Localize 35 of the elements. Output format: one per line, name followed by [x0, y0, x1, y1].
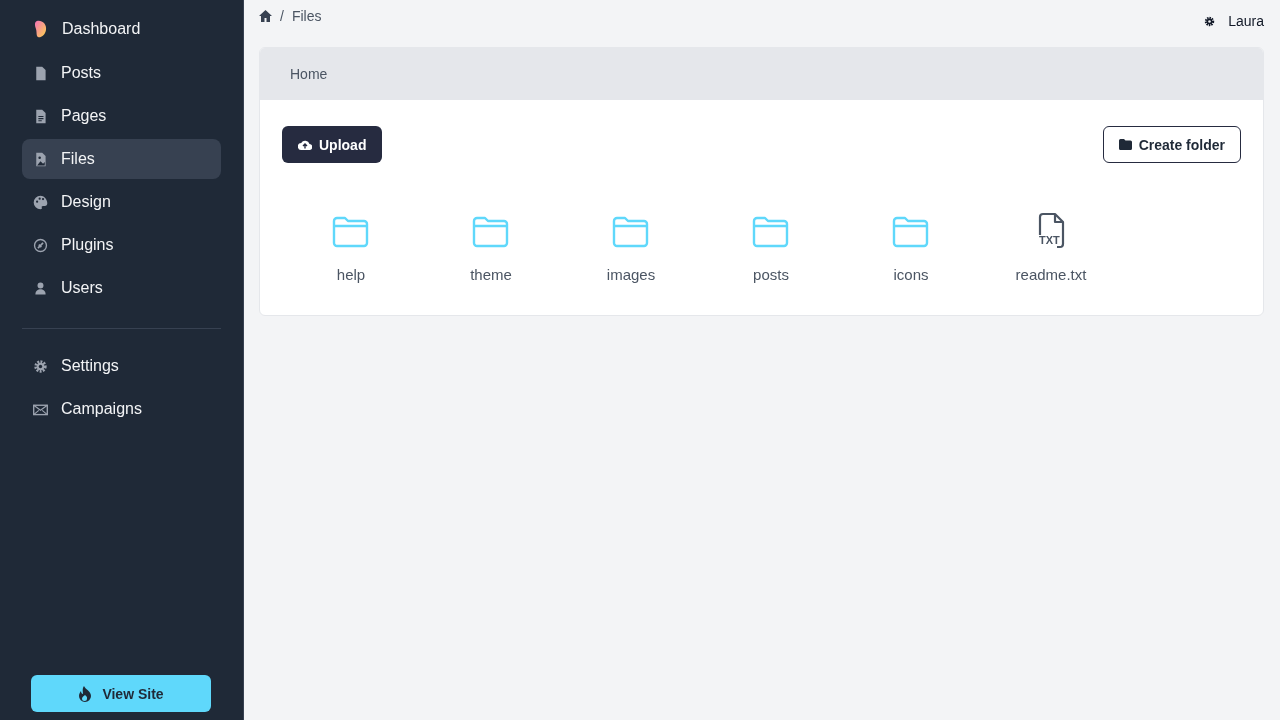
current-path[interactable]: Home [290, 66, 328, 82]
flame-icon [78, 685, 93, 702]
settings-icon [1203, 14, 1217, 28]
upload-button[interactable]: Upload [282, 126, 383, 163]
file-name[interactable]: posts [753, 266, 789, 283]
logo-icon [34, 20, 48, 38]
palette-icon [32, 193, 49, 211]
folder-icon [612, 215, 650, 249]
sidebar-item[interactable]: Files [22, 139, 221, 179]
home-icon[interactable] [259, 10, 272, 22]
view-site-button[interactable]: View Site [31, 675, 211, 712]
breadcrumb-item[interactable]: Files [291, 8, 322, 24]
folder-icon [1118, 139, 1132, 150]
sidebar-item[interactable]: Settings [22, 346, 221, 386]
sidebar-item[interactable]: Plugins [22, 225, 221, 265]
folder-icon [332, 215, 370, 249]
folder-icon [892, 215, 930, 249]
file-name[interactable]: readme.txt [1015, 266, 1087, 283]
sidebar-item[interactable]: Campaigns [22, 389, 221, 429]
sidebar-item[interactable]: Design [22, 182, 221, 222]
folder-icon [752, 215, 790, 249]
cloud-upload-icon [298, 139, 312, 150]
sidebar-item[interactable]: Posts [22, 53, 221, 93]
file-name[interactable]: theme [470, 266, 512, 283]
file-name[interactable]: help [336, 266, 366, 283]
file-name[interactable]: images [606, 266, 656, 283]
dashboard-link[interactable]: Dashboard [22, 8, 221, 50]
file-name[interactable]: icons [893, 266, 929, 283]
folder-icon [472, 215, 510, 249]
user-name[interactable]: Laura [1228, 13, 1264, 29]
create-folder-button[interactable]: Create folder [1102, 126, 1241, 163]
breadcrumb-separator: / [280, 8, 284, 24]
sidebar-item[interactable]: Users [22, 268, 221, 308]
settings-icon [32, 357, 49, 375]
sidebar-item[interactable]: Pages [22, 96, 221, 136]
